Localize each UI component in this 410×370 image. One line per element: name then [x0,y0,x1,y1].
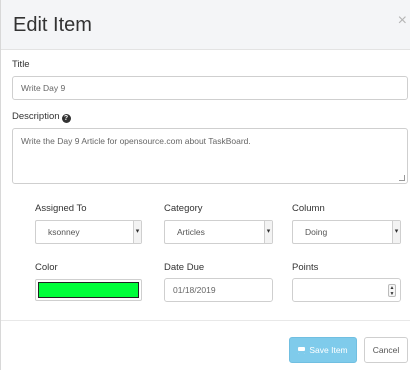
title-input[interactable]: Write Day 9 [12,76,408,100]
title-label: Title [12,59,30,70]
description-label-text: Description [12,111,60,122]
column-select[interactable]: Doing ▾ [292,220,401,244]
color-swatch [38,282,139,298]
dialog-title: Edit Item [13,14,92,36]
footer-divider [1,320,410,321]
date-due-label: Date Due [164,262,205,273]
date-due-input[interactable]: 01/18/2019 [164,278,273,302]
assigned-to-select[interactable]: ksonney ▾ [35,220,142,244]
chevron-down-icon: ▾ [392,221,400,243]
category-label: Category [164,203,203,214]
assigned-to-label: Assigned To [35,203,87,214]
dialog-header: Edit Item × [1,0,410,50]
help-icon[interactable]: ? [61,114,71,123]
edit-item-dialog: Edit Item × Title Write Day 9 Descriptio… [0,0,410,370]
resize-handle-icon[interactable] [399,175,405,181]
cancel-button[interactable]: Cancel [364,337,408,363]
description-text: Write the Day 9 Article for opensource.c… [21,136,251,146]
points-label: Points [292,262,319,273]
close-icon[interactable]: × [398,12,407,30]
chevron-down-icon: ▾ [133,221,141,243]
chevron-down-icon: ▾ [264,221,272,243]
save-item-button[interactable]: Save Item [289,337,357,363]
description-textarea[interactable]: Write the Day 9 Article for opensource.c… [12,128,408,184]
category-select[interactable]: Articles ▾ [164,220,273,244]
column-value: Doing [305,227,328,237]
save-item-label: Save Item [309,345,348,355]
column-label: Column [292,203,325,214]
save-icon [298,347,306,354]
color-picker[interactable] [35,279,142,301]
category-value: Articles [177,227,205,237]
points-input[interactable]: ▲ ▼ [292,278,401,302]
color-label: Color [35,262,58,273]
assigned-to-value: ksonney [48,227,80,237]
spinner-icon[interactable]: ▲ ▼ [388,284,396,297]
description-label: Description? [12,111,71,123]
